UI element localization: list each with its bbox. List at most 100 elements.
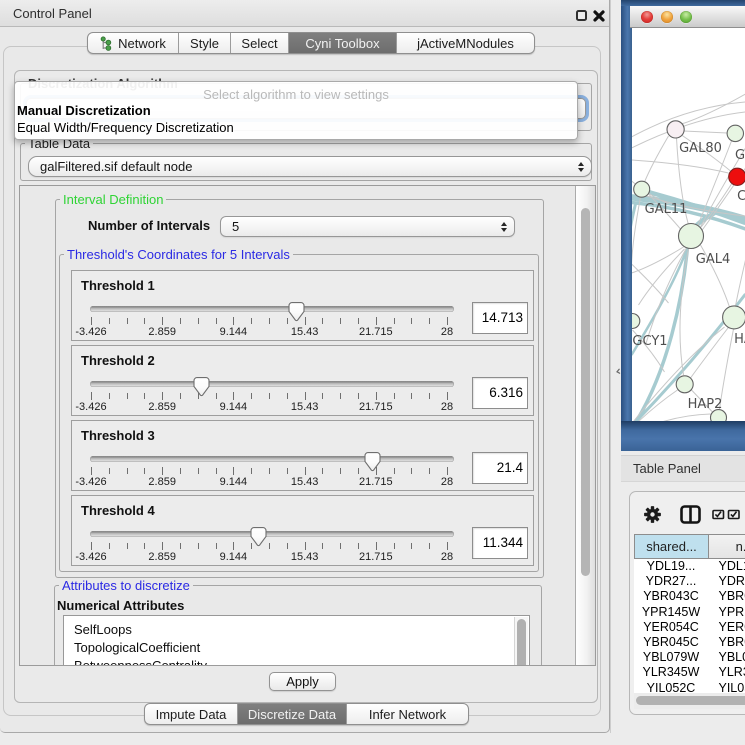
column-header-shared-name[interactable]: shared... — [635, 535, 709, 558]
popup-item-equal-width[interactable]: Equal Width/Frequency Discretization — [17, 120, 234, 135]
tab-jactivemnodules[interactable]: jActiveMNodules — [397, 33, 534, 53]
slider-tick — [447, 467, 448, 475]
network-node-GAL4[interactable] — [678, 224, 703, 249]
table-row[interactable]: YDR27...YDR27 — [634, 574, 745, 589]
slider-tick — [144, 543, 145, 549]
settings-scrollbar-thumb[interactable] — [581, 208, 590, 576]
zoom-traffic-light-icon[interactable] — [680, 11, 692, 23]
network-tab-icon — [100, 35, 113, 51]
bottom-tab-impute-data[interactable]: Impute Data — [145, 704, 238, 724]
popup-hint-item[interactable]: Select algorithm to view settings — [15, 87, 577, 102]
table-row[interactable]: YIL052CYIL05 — [634, 680, 745, 693]
table-row[interactable]: YBR043CYBR04 — [634, 589, 745, 604]
select-all-checkboxes-icon[interactable] — [712, 509, 742, 520]
table-body: YDL19...YDL19YDR27...YDR27YBR043CYBR04YP… — [634, 559, 745, 694]
threshold-value-field[interactable]: 11.344 — [472, 527, 528, 559]
threshold-box-3: Threshold 3-3.4262.8599.14415.4321.71528… — [71, 420, 534, 491]
cell-name: YER05 — [719, 620, 745, 634]
network-node-GCY1[interactable] — [632, 314, 640, 329]
network-node-HAP2[interactable] — [676, 376, 693, 393]
slider-track[interactable] — [90, 306, 454, 312]
attributes-list-scrollbar[interactable] — [514, 617, 528, 666]
network-node-C-red[interactable] — [728, 168, 745, 185]
slider-tick-label: 28 — [417, 551, 477, 563]
gear-icon[interactable] — [644, 506, 661, 523]
columns-icon[interactable] — [680, 505, 701, 524]
network-node-label: GCY1 — [632, 334, 667, 349]
bottom-tab-infer-network[interactable]: Infer Network — [347, 704, 468, 724]
cell-name: YIL05 — [719, 681, 745, 694]
tab-cyni-toolbox[interactable]: Cyni Toolbox — [289, 33, 397, 53]
table-hscrollbar-thumb[interactable] — [636, 696, 745, 706]
table-row[interactable]: YBR045CYBR04 — [634, 634, 745, 649]
number-of-intervals-combobox[interactable]: 5 — [220, 216, 515, 237]
tab-network[interactable]: Network — [88, 33, 179, 53]
table-horizontal-scrollbar[interactable] — [634, 693, 745, 709]
table-row[interactable]: YBL079WYBL07 — [634, 650, 745, 665]
attribute-list-item[interactable]: BetweennessCentrality — [64, 657, 529, 666]
network-node-label: GA — [735, 148, 745, 163]
slider-tick — [144, 468, 145, 474]
network-node-bottom[interactable] — [710, 410, 726, 421]
slider-thumb[interactable] — [193, 377, 210, 397]
bottom-tab-discretize-data[interactable]: Discretize Data — [238, 704, 347, 724]
network-edge[interactable] — [683, 131, 727, 133]
slider-tick-label: 28 — [417, 476, 477, 488]
numerical-attributes-list[interactable]: SelfLoopsTopologicalCoefficientBetweenne… — [63, 615, 530, 666]
network-node-GAL11[interactable] — [633, 181, 649, 197]
threshold-box-4: Threshold 4-3.4262.8599.14415.4321.71528… — [71, 495, 534, 566]
threshold-value-field[interactable]: 21.4 — [472, 452, 528, 484]
network-edge[interactable] — [644, 136, 668, 182]
slider-tick — [411, 318, 412, 324]
restore-icon[interactable] — [576, 10, 587, 21]
tab-select[interactable]: Select — [231, 33, 289, 53]
slider-tick — [180, 543, 181, 549]
attribute-list-item[interactable]: TopologicalCoefficient — [64, 639, 529, 657]
table-data-combobox[interactable]: galFiltered.sif default node — [28, 156, 592, 177]
network-edge[interactable] — [681, 94, 745, 124]
slider-tick-label: -3.426 — [61, 326, 121, 338]
slider-tick — [340, 543, 341, 549]
cell-shared-name: YDL19... — [634, 559, 708, 573]
slider-tick — [394, 318, 395, 324]
column-header-name[interactable]: n. — [709, 535, 745, 558]
slider-tick-label: 21.715 — [346, 551, 406, 563]
slider-thumb[interactable] — [250, 527, 267, 547]
slider-tick — [91, 542, 92, 550]
tab-style[interactable]: Style — [179, 33, 231, 53]
attribute-list-item[interactable]: SelfLoops — [64, 621, 529, 639]
network-node-GAL80[interactable] — [667, 121, 684, 138]
slider-tick-label: 21.715 — [346, 326, 406, 338]
network-edge[interactable] — [632, 264, 669, 303]
slider-tick — [376, 392, 377, 400]
window-edge-line — [610, 0, 611, 733]
settings-vertical-scrollbar[interactable] — [575, 186, 595, 665]
network-canvas[interactable]: GAL80GACYGAL11GAL4GCY1HAHAP2 — [632, 28, 745, 421]
network-node-GA[interactable] — [727, 125, 743, 141]
close-traffic-light-icon[interactable] — [641, 11, 653, 23]
table-row[interactable]: YDL19...YDL19 — [634, 559, 745, 574]
table-row[interactable]: YLR345WYLR34 — [634, 665, 745, 680]
popup-item-manual-discretization[interactable]: Manual Discretization — [17, 103, 151, 118]
tab-label: Network — [118, 36, 166, 51]
slider-thumb[interactable] — [288, 302, 305, 322]
slider-tick — [91, 317, 92, 325]
network-edge[interactable] — [632, 160, 729, 173]
table-row[interactable]: YPR145WYPR14 — [634, 604, 745, 619]
network-node-H[interactable] — [722, 306, 745, 329]
group-table-data: Table Data galFiltered.sif default node — [20, 143, 592, 181]
slider-tick — [198, 543, 199, 549]
close-icon[interactable] — [592, 3, 606, 23]
threshold-value-field[interactable]: 14.713 — [472, 302, 528, 334]
slider-thumb[interactable] — [364, 452, 381, 472]
network-node-label: GAL80 — [679, 141, 722, 156]
slider-track[interactable] — [90, 456, 454, 462]
table-row[interactable]: YER054CYER05 — [634, 619, 745, 634]
control-panel-titlebar[interactable]: Control Panel — [0, 0, 609, 27]
threshold-value-field[interactable]: 6.316 — [472, 377, 528, 409]
slider-track[interactable] — [90, 531, 454, 537]
apply-button[interactable]: Apply — [269, 672, 336, 691]
minimize-traffic-light-icon[interactable] — [661, 11, 673, 23]
slider-tick-label: 28 — [417, 326, 477, 338]
slider-track[interactable] — [90, 381, 454, 387]
